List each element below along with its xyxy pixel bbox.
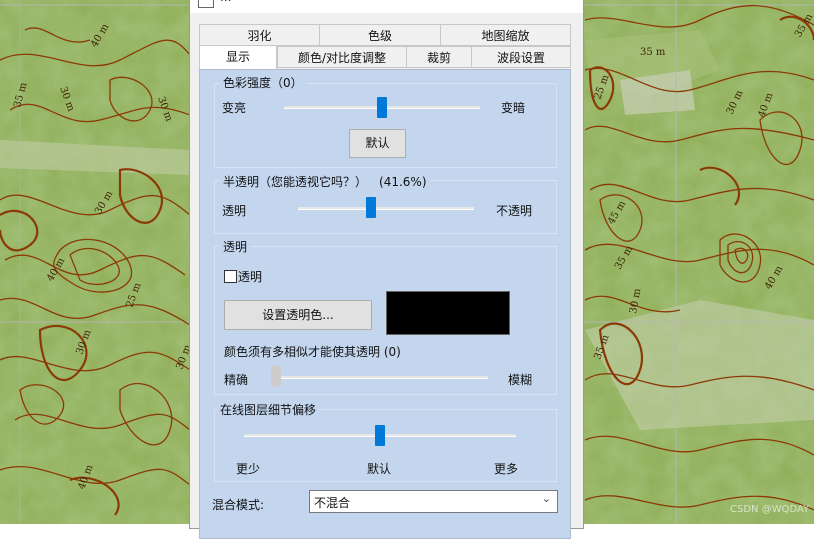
transparent-label: 透明: [222, 204, 247, 218]
tab-band-settings[interactable]: 波段设置: [471, 46, 571, 68]
darken-label: 变暗: [501, 101, 526, 115]
tab-color-contrast[interactable]: 颜色/对比度调整: [277, 46, 407, 68]
transparent-color-swatch[interactable]: [386, 291, 510, 335]
color-intensity-slider[interactable]: [377, 97, 387, 118]
online-detail-slider[interactable]: [375, 425, 385, 446]
tab-levels[interactable]: 色级: [319, 24, 441, 46]
translucency-title-text: 半透明（您能透视它吗？）: [223, 175, 368, 189]
transparent-checkbox[interactable]: [224, 270, 237, 283]
transparent-checkbox-label[interactable]: 透明: [238, 268, 262, 285]
layer-properties-dialog: ... ✕ 羽化 色级 地图缩放 显示 颜色/对比度调整 裁剪 波段设置 色彩强…: [189, 0, 584, 539]
transparency-title: 透明: [220, 238, 251, 255]
tab-map-zoom[interactable]: 地图缩放: [440, 24, 571, 46]
blend-mode-value: 不混合: [314, 496, 351, 510]
tab-feather[interactable]: 羽化: [199, 24, 320, 46]
translucency-slider[interactable]: [366, 197, 377, 218]
display-tab-panel: 色彩强度（0） 变亮 变暗 默认 半透明（您能透视它吗？） (41.6%) 透明 …: [199, 69, 571, 539]
close-icon[interactable]: ✕: [561, 0, 573, 5]
dialog-titlebar: ... ✕: [190, 0, 583, 13]
fuzzy-label: 模糊: [508, 373, 533, 387]
similarity-label: 颜色须有多相似才能使其透明 (0): [224, 345, 401, 359]
tab-display[interactable]: 显示: [199, 45, 277, 70]
window-icon: [198, 0, 214, 8]
set-transparent-color-button[interactable]: 设置透明色...: [224, 300, 372, 330]
more-label: 更多: [494, 462, 519, 476]
online-detail-title: 在线图层细节偏移: [217, 401, 320, 418]
translucency-track[interactable]: [298, 207, 474, 210]
similarity-track[interactable]: [276, 376, 488, 379]
blend-mode-label: 混合模式:: [212, 498, 265, 512]
lighten-label: 变亮: [222, 101, 247, 115]
tab-crop[interactable]: 裁剪: [406, 46, 472, 68]
translucency-value: (41.6%): [379, 175, 427, 189]
watermark: CSDN @WQDAY: [730, 504, 810, 515]
contour-label: 35 m: [640, 47, 666, 58]
opaque-label: 不透明: [496, 204, 533, 218]
less-label: 更少: [236, 462, 261, 476]
blend-mode-select[interactable]: 不混合 ⌄: [309, 490, 558, 513]
translucency-title: 半透明（您能透视它吗？） (41.6%): [220, 173, 430, 190]
color-intensity-title: 色彩强度（0）: [220, 74, 306, 91]
default-intensity-button[interactable]: 默认: [349, 129, 406, 158]
chevron-down-icon[interactable]: ⌄: [542, 492, 551, 505]
default-label: 默认: [367, 462, 392, 476]
exact-label: 精确: [224, 373, 249, 387]
similarity-slider[interactable]: [271, 366, 281, 387]
dialog-title: ...: [220, 0, 231, 4]
